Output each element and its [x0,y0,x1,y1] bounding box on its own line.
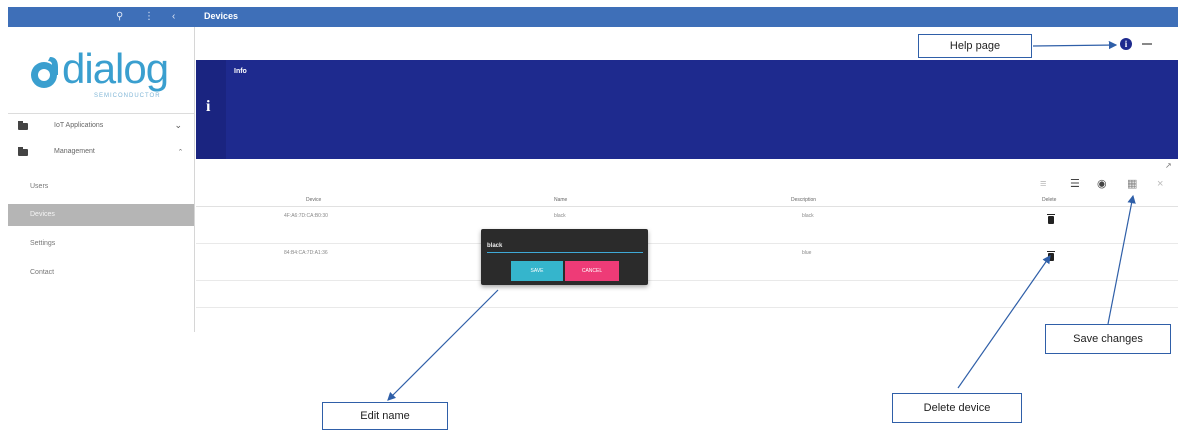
save-arrow [1107,194,1136,325]
edit-arrow [387,289,499,401]
help-arrow [1032,40,1118,50]
annotation-arrows [387,40,1136,401]
delete-arrow [957,255,1051,389]
